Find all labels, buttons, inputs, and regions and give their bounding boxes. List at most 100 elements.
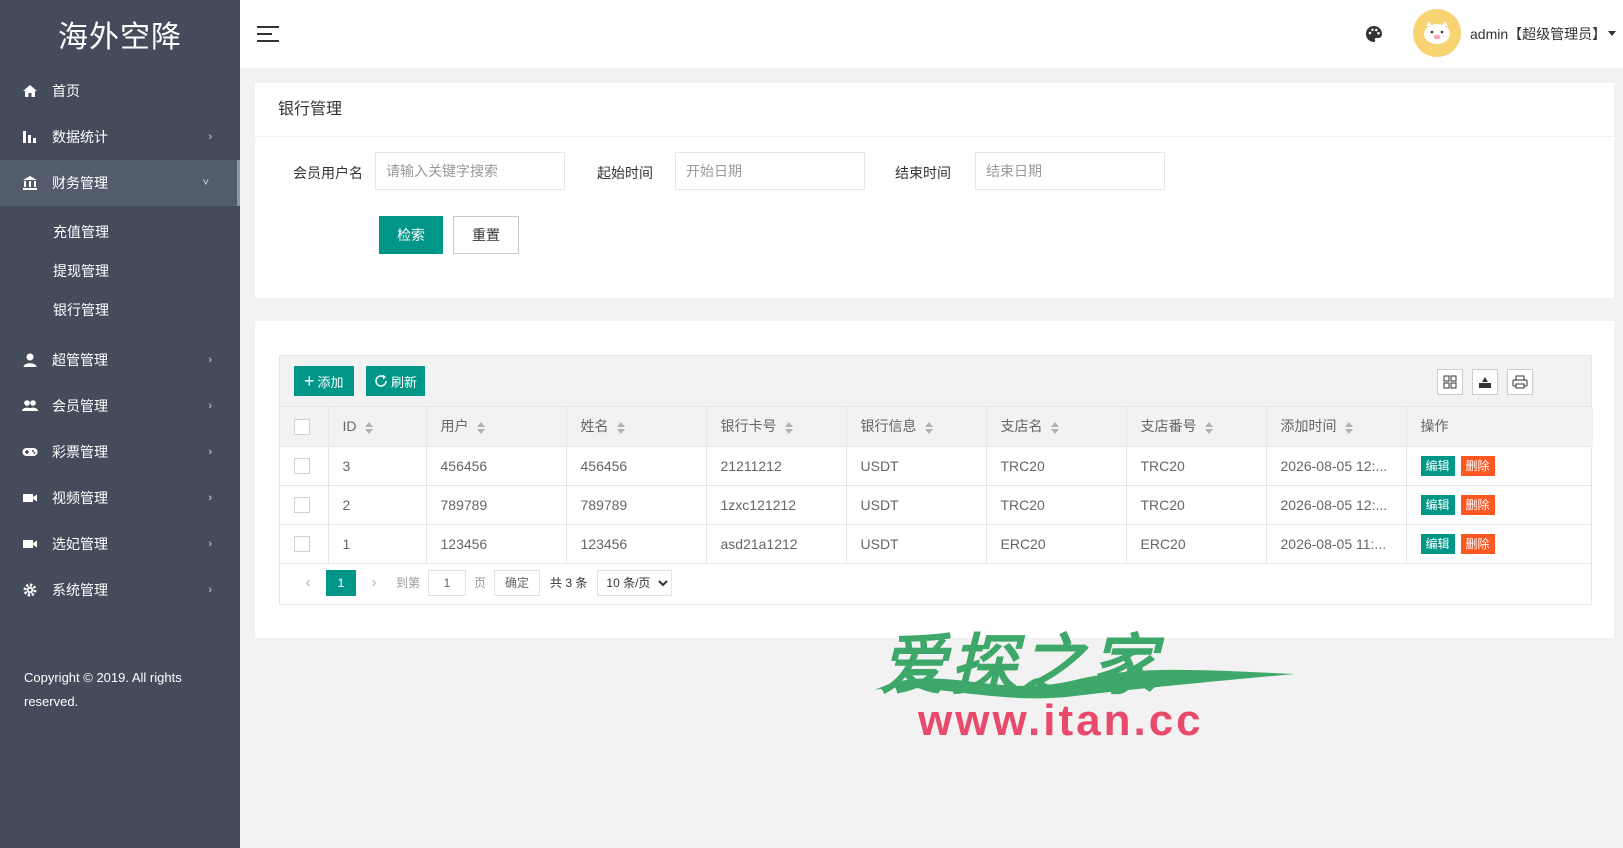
- user-menu[interactable]: admin【超级管理员】: [1470, 24, 1606, 44]
- sidebar-item-system[interactable]: 系统管理 ›: [0, 567, 240, 613]
- sort-icon[interactable]: [1204, 421, 1213, 434]
- sidebar-submenu: 充值管理 提现管理 银行管理: [0, 206, 240, 337]
- cell-branch-name: TRC20: [986, 485, 1127, 525]
- page-label: 页: [474, 576, 487, 590]
- chevron-right-icon: ›: [208, 131, 212, 143]
- sidebar-item-lottery[interactable]: 彩票管理 ›: [0, 429, 240, 475]
- user-icon: [22, 352, 38, 368]
- cell-id: 2: [328, 485, 427, 525]
- row-checkbox[interactable]: [294, 497, 310, 514]
- column-header-id[interactable]: ID: [328, 407, 427, 447]
- reset-button[interactable]: 重置: [453, 216, 519, 254]
- menu-toggle-icon[interactable]: [257, 26, 279, 42]
- start-time-label: 起始时间: [597, 165, 653, 181]
- sidebar-item-label: 数据统计: [52, 129, 108, 145]
- refresh-label: 刷新: [391, 374, 418, 390]
- sidebar-subitem-recharge[interactable]: 充值管理: [0, 212, 240, 251]
- cell-name: 789789: [566, 485, 707, 525]
- sidebar-item-members[interactable]: 会员管理 ›: [0, 383, 240, 429]
- sort-icon[interactable]: [784, 421, 793, 434]
- username-search-input[interactable]: [375, 152, 565, 190]
- column-header-name[interactable]: 姓名: [566, 407, 707, 447]
- cell-added-time: 2026-08-05 11:...: [1266, 524, 1407, 564]
- sidebar-item-super-admin[interactable]: 超管管理 ›: [0, 337, 240, 383]
- edit-button[interactable]: 编辑: [1420, 494, 1455, 515]
- print-icon[interactable]: [1507, 369, 1533, 395]
- sort-icon[interactable]: [1050, 421, 1059, 434]
- sidebar-subitem-bank[interactable]: 银行管理: [0, 290, 240, 329]
- column-header-actions: 操作: [1406, 407, 1593, 447]
- palette-icon[interactable]: [1364, 24, 1384, 44]
- prev-page-icon[interactable]: ‹: [294, 570, 322, 596]
- sort-icon[interactable]: [364, 421, 373, 434]
- total-count: 共 3 条: [550, 576, 588, 590]
- sidebar-item-home[interactable]: 首页: [0, 68, 240, 114]
- cell-branch-number: TRC20: [1126, 485, 1267, 525]
- pagination: ‹ 1 › 到第 页 确定 共 3 条 10 条/页: [280, 564, 1591, 602]
- cell-actions: 编辑 删除: [1406, 446, 1593, 486]
- sidebar-item-video[interactable]: 视频管理 ›: [0, 475, 240, 521]
- cell-branch-name: TRC20: [986, 446, 1127, 486]
- next-page-icon[interactable]: ›: [360, 570, 388, 596]
- column-header-user[interactable]: 用户: [426, 407, 567, 447]
- table-row: 1 123456 123456 asd21a1212 USDT ERC20 ER…: [280, 524, 1593, 564]
- edit-button[interactable]: 编辑: [1420, 455, 1455, 476]
- caret-down-icon[interactable]: [1608, 31, 1616, 36]
- chevron-right-icon: ›: [208, 446, 212, 458]
- page-size-select[interactable]: 10 条/页: [597, 569, 673, 596]
- cell-card-number: 21211212: [706, 446, 847, 486]
- sidebar-item-label: 选妃管理: [52, 536, 108, 552]
- sidebar-item-finance[interactable]: 财务管理 ˅: [0, 160, 240, 206]
- sidebar-subitem-withdraw[interactable]: 提现管理: [0, 251, 240, 290]
- delete-button[interactable]: 删除: [1460, 455, 1495, 476]
- cell-branch-name: ERC20: [986, 524, 1127, 564]
- goto-page-input[interactable]: [428, 569, 467, 596]
- edit-button[interactable]: 编辑: [1420, 533, 1455, 554]
- cell-added-time: 2026-08-05 12:...: [1266, 446, 1407, 486]
- username-label: 会员用户名: [293, 165, 363, 181]
- cell-added-time: 2026-08-05 12:...: [1266, 485, 1407, 525]
- sort-icon[interactable]: [924, 421, 933, 434]
- column-header-added-time[interactable]: 添加时间: [1266, 407, 1407, 447]
- refresh-icon: [375, 374, 387, 387]
- users-icon: [22, 398, 38, 414]
- refresh-button[interactable]: 刷新: [366, 366, 426, 396]
- cell-actions: 编辑 删除: [1406, 485, 1593, 525]
- sort-icon[interactable]: [476, 421, 485, 434]
- chevron-right-icon: ›: [208, 538, 212, 550]
- cell-card-number: 1zxc121212: [706, 485, 847, 525]
- watermark-swoosh: [875, 669, 1295, 699]
- search-button[interactable]: 检索: [379, 216, 443, 254]
- delete-button[interactable]: 删除: [1460, 533, 1495, 554]
- video-icon: [22, 536, 38, 552]
- export-icon[interactable]: [1472, 369, 1498, 395]
- sort-icon[interactable]: [1344, 421, 1353, 434]
- cell-id: 3: [328, 446, 427, 486]
- home-icon: [22, 83, 38, 99]
- end-date-input[interactable]: [975, 152, 1165, 190]
- select-all-checkbox[interactable]: [294, 418, 310, 435]
- table-row: 3 456456 456456 21211212 USDT TRC20 TRC2…: [280, 446, 1593, 486]
- avatar[interactable]: [1413, 9, 1461, 57]
- add-button[interactable]: + 添加: [294, 366, 354, 396]
- start-date-input[interactable]: [675, 152, 865, 190]
- column-header-card-number[interactable]: 银行卡号: [706, 407, 847, 447]
- cell-card-number: asd21a1212: [706, 524, 847, 564]
- delete-button[interactable]: 删除: [1460, 494, 1495, 515]
- page-number-current[interactable]: 1: [326, 569, 356, 596]
- column-header-branch-name[interactable]: 支店名: [986, 407, 1127, 447]
- end-time-label: 结束时间: [895, 165, 951, 181]
- column-header-branch-number[interactable]: 支店番号: [1126, 407, 1267, 447]
- plus-icon: +: [304, 371, 315, 391]
- gear-icon: [22, 582, 38, 598]
- goto-confirm-button[interactable]: 确定: [494, 569, 541, 596]
- sidebar-item-statistics[interactable]: 数据统计 ›: [0, 114, 240, 160]
- sidebar-item-label: 首页: [52, 83, 80, 99]
- select-all-cell: [280, 407, 329, 447]
- row-checkbox[interactable]: [294, 536, 310, 553]
- sort-icon[interactable]: [616, 421, 625, 434]
- sidebar-item-selection[interactable]: 选妃管理 ›: [0, 521, 240, 567]
- columns-filter-icon[interactable]: [1437, 369, 1463, 395]
- row-checkbox[interactable]: [294, 458, 310, 475]
- column-header-bank-info[interactable]: 银行信息: [846, 407, 987, 447]
